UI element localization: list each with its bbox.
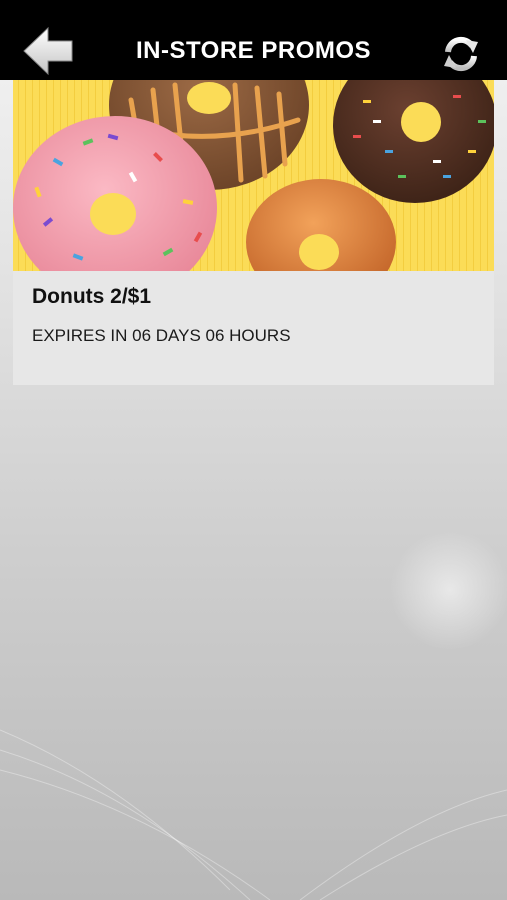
top-app-bar: IN-STORE PROMOS [0,0,507,80]
promo-card[interactable]: Donuts 2/$1 EXPIRES IN 06 DAYS 06 HOURS [13,80,494,385]
page-title: IN-STORE PROMOS [135,37,372,64]
refresh-icon[interactable] [442,36,480,72]
promo-expiry: EXPIRES IN 06 DAYS 06 HOURS [32,326,291,345]
donuts-image [13,80,494,271]
background-wave-decoration [0,729,507,900]
promo-title: Donuts 2/$1 [32,285,152,308]
